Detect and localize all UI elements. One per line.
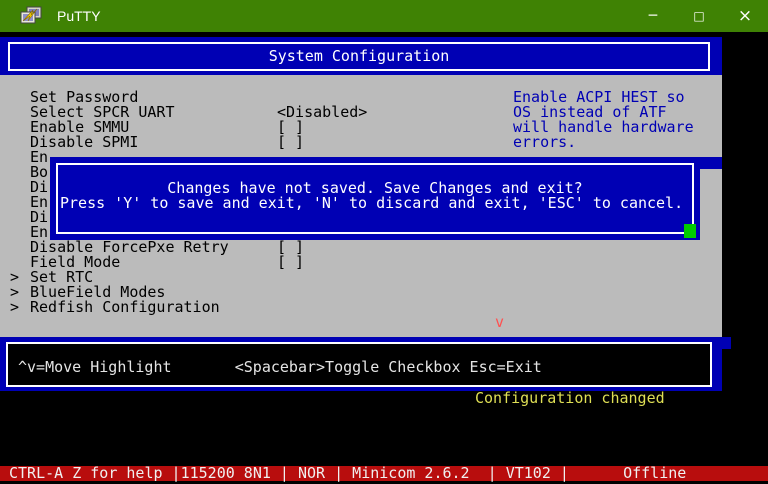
efi-header-bar: System Configuration — [0, 37, 722, 75]
scroll-down-indicator: v — [495, 313, 505, 331]
save-changes-dialog: Changes have not saved. Save Changes and… — [50, 157, 700, 240]
menu-item-disable-spmi[interactable]: Disable SPMI[ ] — [0, 135, 722, 150]
putty-icon — [20, 6, 42, 24]
window-titlebar[interactable]: PuTTY ─ □ × — [0, 0, 768, 32]
dialog-message-line2: Press 'Y' to save and exit, 'N' to disca… — [60, 194, 684, 212]
minimize-button[interactable]: ─ — [630, 0, 676, 32]
menu-item-field-mode[interactable]: Field Mode[ ] — [0, 255, 722, 270]
checkbox-value[interactable]: [ ] — [277, 255, 304, 270]
menu-item-redfish-configuration[interactable]: > Redfish Configuration — [0, 300, 722, 315]
close-button[interactable]: × — [722, 0, 768, 32]
submenu-arrow: > — [10, 298, 20, 316]
minicom-status-text: CTRL-A Z for help |115200 8N1 | NOR | Mi… — [9, 464, 687, 482]
efi-header-border: System Configuration — [8, 42, 710, 71]
help-text-line: errors. — [513, 133, 577, 151]
terminal-cursor — [684, 224, 696, 238]
key-hints-bar: ^v=Move Highlight <Spacebar>Toggle Check… — [0, 337, 722, 391]
putty-window: PuTTY ─ □ × System Configuration Set Pas… — [0, 0, 768, 484]
window-controls: ─ □ × — [630, 0, 768, 32]
status-message: Configuration changed — [475, 389, 665, 407]
menu-item-label: Redfish Configuration — [30, 298, 220, 316]
minicom-status-bar: CTRL-A Z for help |115200 8N1 | NOR | Mi… — [0, 466, 768, 481]
maximize-button[interactable]: □ — [676, 0, 722, 32]
dialog-edge-artifact — [700, 157, 722, 169]
key-hints-text: ^v=Move Highlight <Spacebar>Toggle Check… — [18, 358, 542, 376]
window-title: PuTTY — [57, 7, 101, 24]
footer-edge-artifact — [722, 337, 731, 349]
page-title: System Configuration — [268, 47, 450, 65]
checkbox-value[interactable]: [ ] — [277, 135, 304, 150]
